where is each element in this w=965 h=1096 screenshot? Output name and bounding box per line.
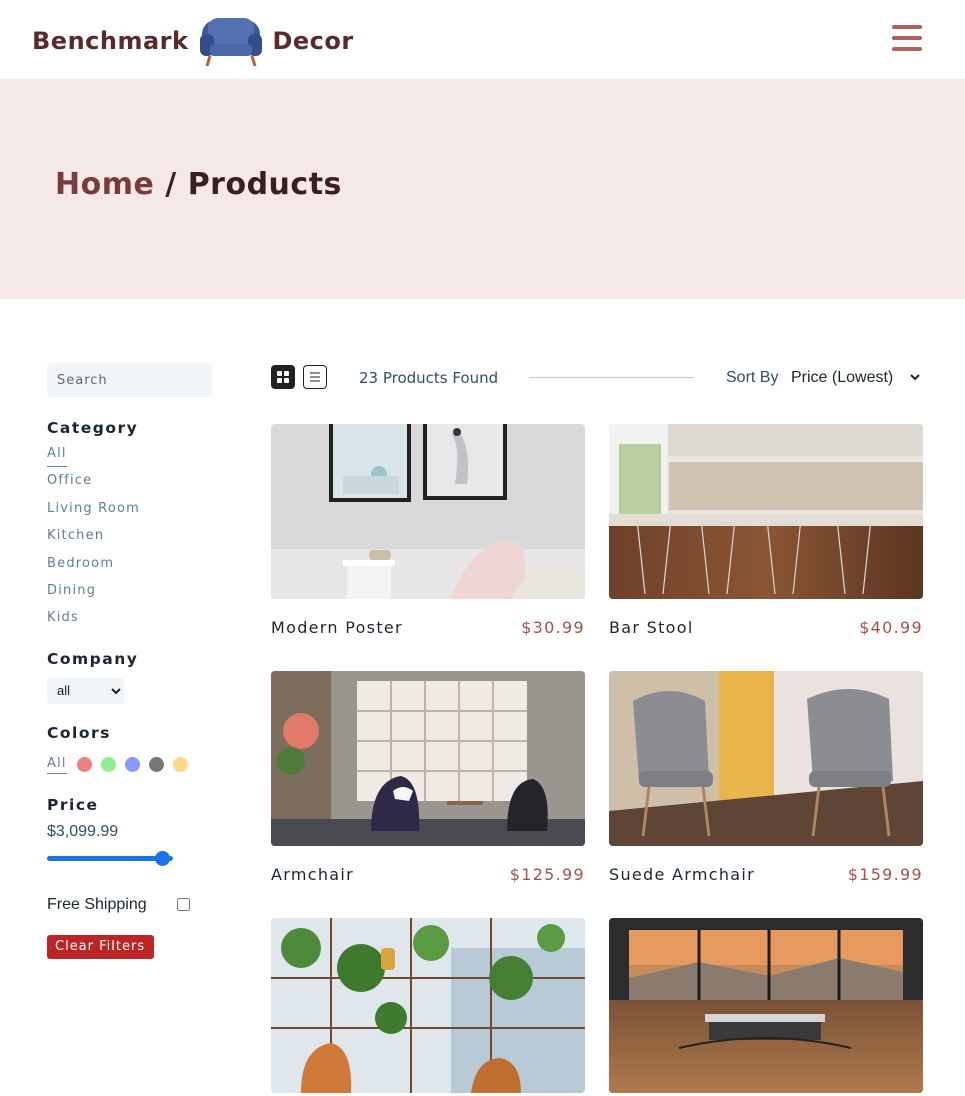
filters-sidebar: Category All Office Living Room Kitchen … [47,363,217,959]
product-card[interactable]: Modern Poster $30.99 [271,424,585,637]
product-card[interactable]: Bar Stool $40.99 [609,424,923,637]
category-item-kitchen[interactable]: Kitchen [47,526,217,553]
free-shipping-label: Free Shipping [47,895,147,913]
category-list: All Office Living Room Kitchen Bedroom D… [47,444,217,636]
product-footer: Suede Armchair $159.99 [609,865,923,884]
colors-title: Colors [47,723,111,742]
product-name: Armchair [271,865,354,884]
product-image[interactable] [609,424,923,599]
logo-text-left: Benchmark [32,27,189,55]
product-footer: Bar Stool $40.99 [609,618,923,637]
price-slider-thumb[interactable] [155,850,170,866]
list-view-icon[interactable] [303,365,327,389]
product-image[interactable] [271,671,585,846]
category-item-all[interactable]: All [47,444,217,471]
logo[interactable]: Benchmark Decor [32,12,354,70]
product-image[interactable] [609,671,923,846]
category-item-bedroom[interactable]: Bedroom [47,554,217,581]
product-card[interactable]: Armchair $125.99 [271,671,585,884]
free-shipping-row[interactable]: Free Shipping [47,896,190,914]
navbar: Benchmark Decor [0,0,965,79]
color-all-button[interactable]: All [47,756,67,774]
breadcrumb: Home / Products [55,167,342,202]
product-price: $159.99 [847,865,923,884]
price-value: $3,099.99 [47,822,119,840]
clear-filters-button[interactable]: Clear Filters [47,934,155,959]
category-item-kids[interactable]: Kids [47,608,217,635]
product-image[interactable] [271,424,585,599]
product-image[interactable] [609,918,923,1093]
product-price: $30.99 [521,618,585,637]
category-title: Category [47,419,139,437]
breadcrumb-separator: / [154,167,188,202]
products-count: 23 Products Found [359,369,499,387]
category-item-living-room[interactable]: Living Room [47,499,217,526]
sort-select[interactable]: Price (Lowest) [787,365,923,389]
color-swatches: All [47,756,217,774]
price-slider[interactable] [47,850,177,867]
search-input[interactable] [47,363,212,397]
color-swatch-red[interactable] [76,757,92,773]
breadcrumb-home-link[interactable]: Home [55,167,154,202]
logo-text-right: Decor [272,27,354,55]
free-shipping-checkbox[interactable] [177,898,190,912]
color-swatch-green[interactable] [100,757,116,773]
sort-label: Sort By [726,369,779,386]
color-swatch-gray[interactable] [148,757,164,773]
product-price: $125.99 [509,865,585,884]
company-select[interactable]: all [47,677,124,704]
toolbar-divider [529,377,694,378]
company-title: Company [47,649,139,668]
product-footer: Modern Poster $30.99 [271,618,585,637]
armchair-logo-icon [200,18,263,67]
product-footer: Armchair $125.99 [271,865,585,884]
color-swatch-yellow[interactable] [172,757,188,773]
product-card[interactable] [271,918,585,1093]
price-title: Price [47,795,99,814]
grid-view-icon[interactable] [271,365,295,389]
product-card[interactable] [609,918,923,1093]
products-toolbar: 23 Products Found Sort By Price (Lowest) [271,365,923,391]
breadcrumb-current: Products [187,167,342,202]
product-name: Modern Poster [271,618,403,637]
product-name: Suede Armchair [609,865,756,884]
hero-banner: Home / Products [0,79,965,299]
product-price: $40.99 [859,618,923,637]
category-item-office[interactable]: Office [47,471,217,498]
color-swatch-blue[interactable] [124,757,140,773]
product-image[interactable] [271,918,585,1093]
hamburger-icon[interactable] [892,25,922,51]
product-card[interactable]: Suede Armchair $159.99 [609,671,923,884]
product-name: Bar Stool [609,618,694,637]
category-item-dining[interactable]: Dining [47,581,217,608]
